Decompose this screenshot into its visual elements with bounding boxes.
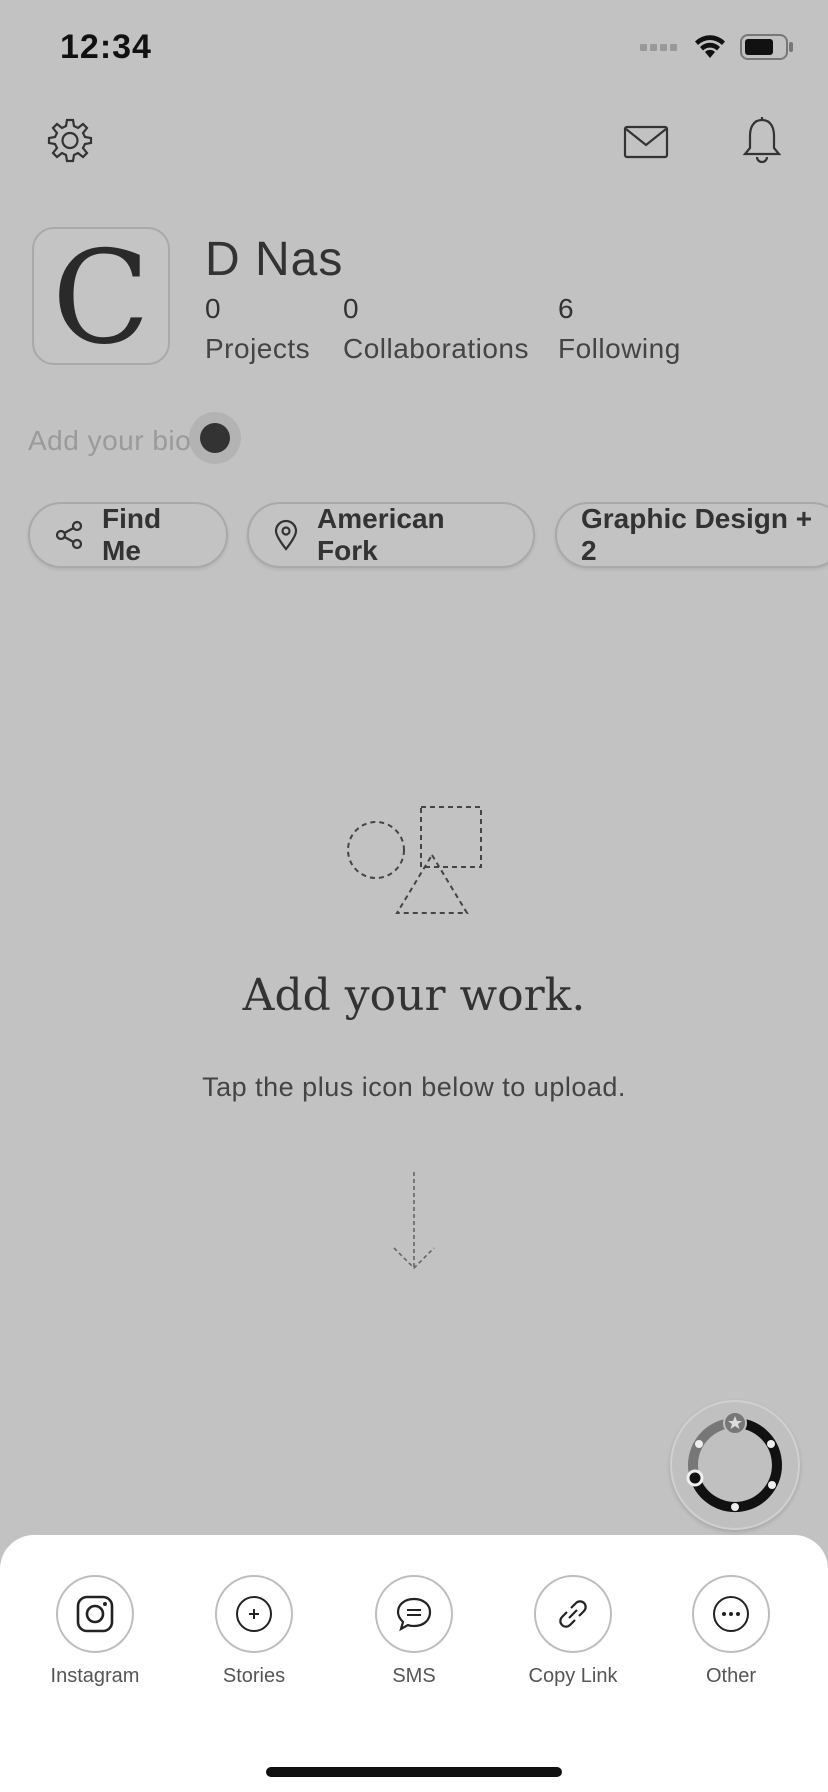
settings-button[interactable] (44, 114, 96, 166)
chip-label: Graphic Design + 2 (581, 503, 813, 566)
stat-following[interactable]: 6 Following (558, 293, 681, 365)
skills-chip[interactable]: Graphic Design + 2 (555, 502, 828, 568)
location-pin-icon (273, 519, 299, 551)
status-indicators (640, 34, 794, 60)
home-indicator[interactable] (266, 1767, 562, 1777)
cellular-signal-icon (640, 44, 677, 51)
user-name: D Nas (205, 233, 344, 286)
stat-value: 6 (558, 293, 574, 324)
gear-icon (47, 118, 93, 163)
progress-ring-icon (686, 1411, 782, 1512)
status-time: 12:34 (60, 28, 152, 66)
link-icon (559, 1600, 587, 1628)
empty-state-subtitle: Tap the plus icon below to upload. (202, 1072, 626, 1102)
find-me-chip[interactable]: Find Me (28, 502, 228, 568)
share-label: Stories (222, 1665, 286, 1687)
empty-state-title: Add your work. (242, 970, 586, 1021)
bio-placeholder[interactable]: Add your bio (28, 425, 191, 457)
share-circle (692, 1575, 770, 1653)
share-sheet: Instagram Stories SMS Copy Link Other (0, 1535, 828, 1792)
instagram-icon (76, 1595, 114, 1633)
stat-label: Collaborations (343, 333, 529, 364)
share-other[interactable]: Other (671, 1575, 791, 1688)
share-circle (534, 1575, 612, 1653)
stat-value: 0 (205, 293, 221, 324)
avatar-letter: C (52, 224, 150, 373)
stat-label: Projects (205, 333, 311, 364)
wifi-icon (695, 35, 725, 58)
share-instagram[interactable]: Instagram (35, 1575, 155, 1688)
chat-icon (396, 1597, 432, 1632)
share-circle (56, 1575, 134, 1653)
share-circle (215, 1575, 293, 1653)
chip-label: American Fork (317, 503, 445, 566)
shapes-illustration (345, 805, 485, 917)
battery-icon (740, 34, 793, 60)
share-copy-link[interactable]: Copy Link (513, 1575, 633, 1688)
share-stories[interactable]: Stories (194, 1575, 314, 1688)
share-circle (375, 1575, 453, 1653)
share-icon (54, 520, 84, 550)
plus-circle-icon (236, 1596, 272, 1632)
share-sms[interactable]: SMS (354, 1575, 474, 1688)
mail-icon (623, 125, 669, 159)
stat-projects[interactable]: 0 Projects (205, 293, 310, 365)
stat-value: 0 (343, 293, 359, 324)
down-arrow-icon (390, 1170, 438, 1270)
more-icon (713, 1596, 749, 1632)
upload-fab[interactable] (670, 1400, 800, 1530)
messages-button[interactable] (622, 118, 670, 166)
bell-icon (742, 117, 782, 164)
share-label: Other (705, 1665, 757, 1687)
chip-label: Find Me (102, 503, 162, 566)
location-chip[interactable]: American Fork (247, 502, 535, 568)
share-label: Instagram (50, 1665, 140, 1687)
share-label: SMS (392, 1665, 436, 1687)
avatar[interactable]: C (32, 227, 170, 365)
touch-dot (200, 423, 230, 453)
bio-touch-indicator (189, 412, 241, 464)
notifications-button[interactable] (738, 114, 786, 166)
share-label: Copy Link (528, 1665, 618, 1687)
stat-label: Following (558, 333, 681, 364)
stat-collaborations[interactable]: 0 Collaborations (343, 293, 529, 365)
